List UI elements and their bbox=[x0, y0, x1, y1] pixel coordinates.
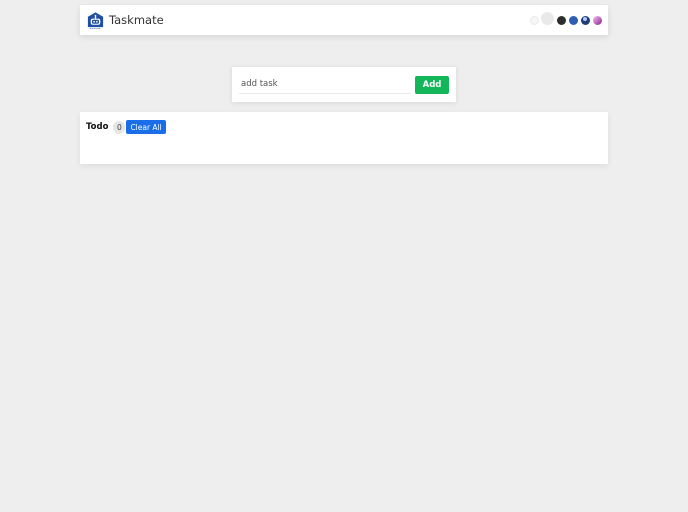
add-button[interactable]: Add bbox=[415, 75, 449, 94]
add-task-card: Add bbox=[232, 67, 456, 102]
todo-label: Todo bbox=[86, 122, 109, 132]
theme-blue-swatch[interactable] bbox=[569, 15, 578, 25]
theme-dark-swatch[interactable] bbox=[557, 15, 566, 25]
robot-house-icon bbox=[86, 11, 105, 30]
theme-pink-swatch[interactable] bbox=[593, 15, 602, 25]
theme-switcher bbox=[530, 11, 602, 25]
theme-navy-swatch[interactable] bbox=[581, 15, 590, 25]
todo-section: Todo 0 Clear All bbox=[80, 112, 608, 164]
theme-grey-swatch[interactable] bbox=[541, 11, 554, 25]
todo-header: Todo 0 Clear All bbox=[86, 120, 602, 134]
todo-count-badge: 0 bbox=[113, 120, 126, 134]
task-input[interactable] bbox=[239, 75, 411, 94]
app-title: Taskmate bbox=[109, 13, 164, 27]
clear-all-button[interactable]: Clear All bbox=[126, 120, 166, 134]
theme-light-swatch[interactable] bbox=[530, 15, 539, 25]
app-header: Taskmate bbox=[80, 5, 608, 35]
